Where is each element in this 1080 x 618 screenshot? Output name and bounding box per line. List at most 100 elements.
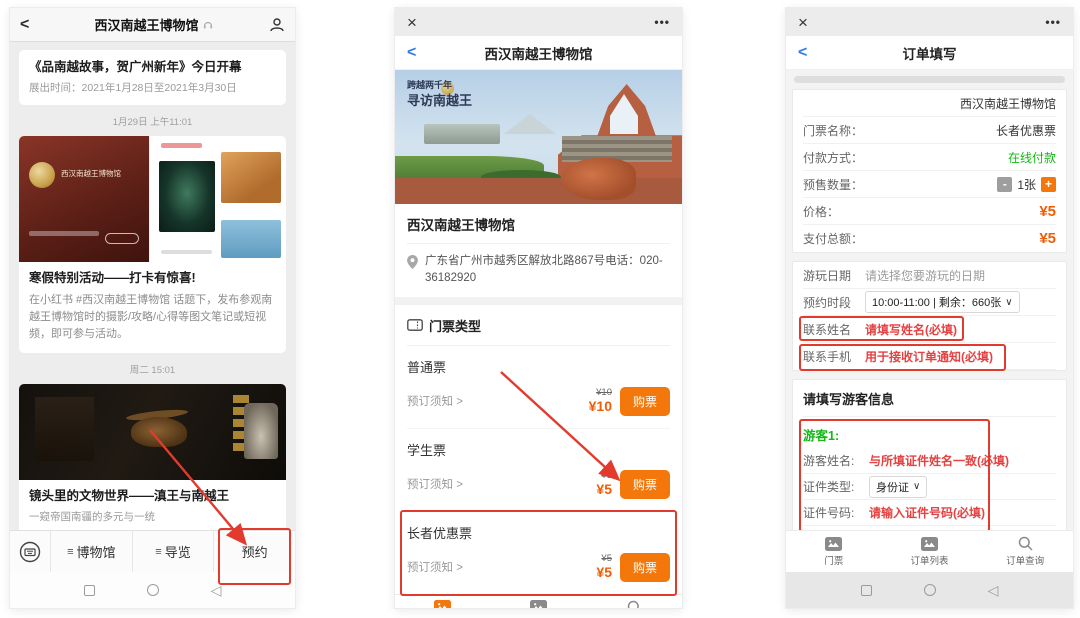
museum-hero-image: 跨越两千年 寻访南越王 (395, 70, 682, 204)
buy-button[interactable]: 购票 (620, 553, 670, 582)
tab-order-list[interactable]: 订单列表 (491, 595, 587, 609)
venue-address-row: 广东省广州市越秀区解放北路867号电话：020-36182920 (407, 244, 670, 288)
ticket-icon (407, 319, 423, 331)
home-button[interactable] (147, 584, 159, 596)
menu-item-reserve[interactable]: 预约 (213, 531, 295, 572)
more-icon[interactable]: ••• (654, 15, 670, 29)
screenshot-canvas: < 西汉南越王博物馆 《品南越故事，贺广州新年》今日开幕 展出时间：2021年1… (0, 0, 1080, 618)
menu-label: 预约 (242, 542, 268, 561)
page-title: 西汉南越王博物馆 (427, 43, 650, 63)
section-title: 门票类型 (429, 316, 481, 335)
id-number-placeholder: 请输入证件号码(必填) (869, 504, 985, 521)
tab-label: 订单查询 (1006, 553, 1044, 567)
buy-button[interactable]: 购票 (620, 470, 670, 499)
scrolled-card-remnant (794, 76, 1065, 83)
id-number-field[interactable]: 证件号码: 请输入证件号码(必填) (803, 500, 1056, 526)
location-pin-icon (407, 255, 418, 269)
article-card-exhibition[interactable]: 《品南越故事，贺广州新年》今日开幕 展出时间：2021年1月28日至2021年3… (19, 50, 286, 105)
id-type-value: 身份证 (876, 479, 909, 495)
field-label: 游玩日期 (803, 267, 865, 284)
keyboard-icon (19, 541, 41, 563)
original-price: ¥10 (596, 388, 612, 398)
exhibit-thumbnail (19, 384, 286, 480)
jade-cup-photo (159, 161, 215, 232)
android-navigation-bar: ◁ (786, 572, 1073, 608)
total-value: ¥5 (1039, 230, 1056, 247)
ticket-type-section: 门票类型 普通票 预订须知 > ¥10 ¥10 购票 学生票 预订须知 > (395, 305, 682, 594)
current-price: ¥5 (596, 565, 612, 580)
quantity-minus-button[interactable]: - (997, 177, 1012, 192)
thumbnail-museum-screenshot: 西汉南越王博物馆 (19, 136, 149, 262)
thumbnail-text-bar (29, 231, 99, 236)
time-slot-select[interactable]: 10:00-11:00 | 剩余：660张 ∨ (865, 291, 1020, 313)
chevron-down-icon: ∨ (913, 481, 920, 492)
menu-label: 博物馆 (77, 542, 116, 561)
chat-header: < 西汉南越王博物馆 (10, 8, 295, 42)
visit-date-field[interactable]: 游玩日期 请选择您要游玩的日期 (803, 262, 1056, 289)
tab-order-query[interactable]: 订单查询 (977, 531, 1073, 572)
book-photo (221, 152, 281, 202)
home-button[interactable] (924, 584, 936, 596)
tab-order-query[interactable]: 订单查询 (586, 595, 682, 609)
tickets-tab-icon (434, 600, 451, 608)
article-subtitle: 一窥帝国南疆的多元与一统 (29, 509, 276, 524)
article-title: 《品南越故事，贺广州新年》今日开幕 (29, 59, 276, 76)
ticket-item-normal: 普通票 预订须知 > ¥10 ¥10 购票 (407, 346, 670, 429)
article-description: 在小红书 #西汉南越王博物馆 话题下，发布参观南越王博物馆时的摄影/攻略/心得等… (29, 292, 276, 343)
tab-tickets[interactable]: 门票 (786, 531, 882, 572)
tickets-tab-icon (825, 537, 842, 551)
article-card-exhibit[interactable]: 镜头里的文物世界——滇王与南越王 一窥帝国南疆的多元与一统 (19, 384, 286, 530)
more-icon[interactable]: ••• (1045, 15, 1061, 29)
close-icon[interactable]: × (798, 14, 808, 31)
bottom-tabbar: 门票 订单列表 订单查询 (395, 594, 682, 609)
tab-tickets[interactable]: 门票 (395, 595, 491, 609)
ticket-price: ¥10 ¥10 (589, 388, 612, 414)
contact-name-field[interactable]: 联系姓名 请填写姓名(必填) (803, 316, 1056, 343)
back-icon[interactable]: < (798, 44, 818, 62)
chat-title: 西汉南越王博物馆 (38, 15, 269, 34)
back-icon[interactable]: < (407, 44, 427, 62)
bottom-tabbar: 门票 订单列表 订单查询 (786, 530, 1073, 572)
activity-thumbnail: 西汉南越王博物馆 (19, 136, 286, 262)
recents-button[interactable] (861, 585, 872, 596)
profile-icon[interactable] (269, 17, 285, 33)
chevron-down-icon: ∨ (1005, 297, 1012, 308)
close-icon[interactable]: × (407, 14, 417, 31)
price-row: 价格： ¥5 (803, 198, 1056, 225)
quantity-plus-button[interactable]: + (1041, 177, 1056, 192)
buy-button[interactable]: 购票 (620, 387, 670, 416)
statue-figure (244, 403, 278, 459)
order-summary-card: 西汉南越王博物馆 门票名称： 长者优惠票 付款方式： 在线付款 预售数量： - … (792, 89, 1067, 253)
ticket-item-senior: 长者优惠票 预订须知 > ¥5 ¥5 购票 (407, 512, 670, 594)
article-card-activity[interactable]: 西汉南越王博物馆 寒假特别活动——打卡有惊喜! 在小红书 #西汉南越王博物馆 (19, 136, 286, 353)
quantity-value: 1张 (1017, 176, 1036, 193)
original-price: ¥5 (601, 471, 612, 481)
back-button[interactable]: ◁ (988, 583, 999, 597)
back-icon[interactable]: < (20, 16, 38, 34)
feed-header-bar (161, 143, 202, 148)
booking-notice-link[interactable]: 预订须知 > (407, 393, 589, 409)
audio-mode-icon (203, 20, 213, 30)
id-type-select[interactable]: 身份证 ∨ (869, 476, 927, 498)
contact-phone-field[interactable]: 联系手机 用于接收订单通知(必填) (803, 343, 1056, 370)
keyboard-toggle[interactable] (10, 531, 50, 572)
tab-order-list[interactable]: 订单列表 (882, 531, 978, 572)
miniprogram-topbar: × ••• (786, 8, 1073, 36)
booking-info-card: 游玩日期 请选择您要游玩的日期 预约时段 10:00-11:00 | 剩余：66… (792, 261, 1067, 371)
field-label: 游客姓名: (803, 452, 869, 469)
price-value: ¥5 (1039, 203, 1056, 220)
merchant-name: 西汉南越王博物馆 (960, 95, 1056, 112)
wechat-chat-screen: < 西汉南越王博物馆 《品南越故事，贺广州新年》今日开幕 展出时间：2021年1… (10, 8, 295, 608)
venue-address: 广东省广州市越秀区解放北路867号电话：020-36182920 (425, 253, 670, 288)
id-type-field: 证件类型: 身份证 ∨ (803, 474, 1056, 500)
menu-item-museum[interactable]: ≡ 博物馆 (50, 531, 132, 572)
booking-notice-link[interactable]: 预订须知 > (407, 476, 596, 492)
ticket-name: 普通票 (407, 357, 670, 376)
menu-item-guide[interactable]: ≡ 导览 (132, 531, 214, 572)
back-button[interactable]: ◁ (211, 583, 222, 597)
recents-button[interactable] (84, 585, 95, 596)
visitor-name-field[interactable]: 游客姓名: 与所填证件姓名一致(必填) (803, 448, 1056, 474)
hero-tagline-small: 跨越两千年 (407, 80, 472, 91)
booking-notice-link[interactable]: 预订须知 > (407, 559, 596, 575)
total-row: 支付总额： ¥5 (803, 225, 1056, 252)
